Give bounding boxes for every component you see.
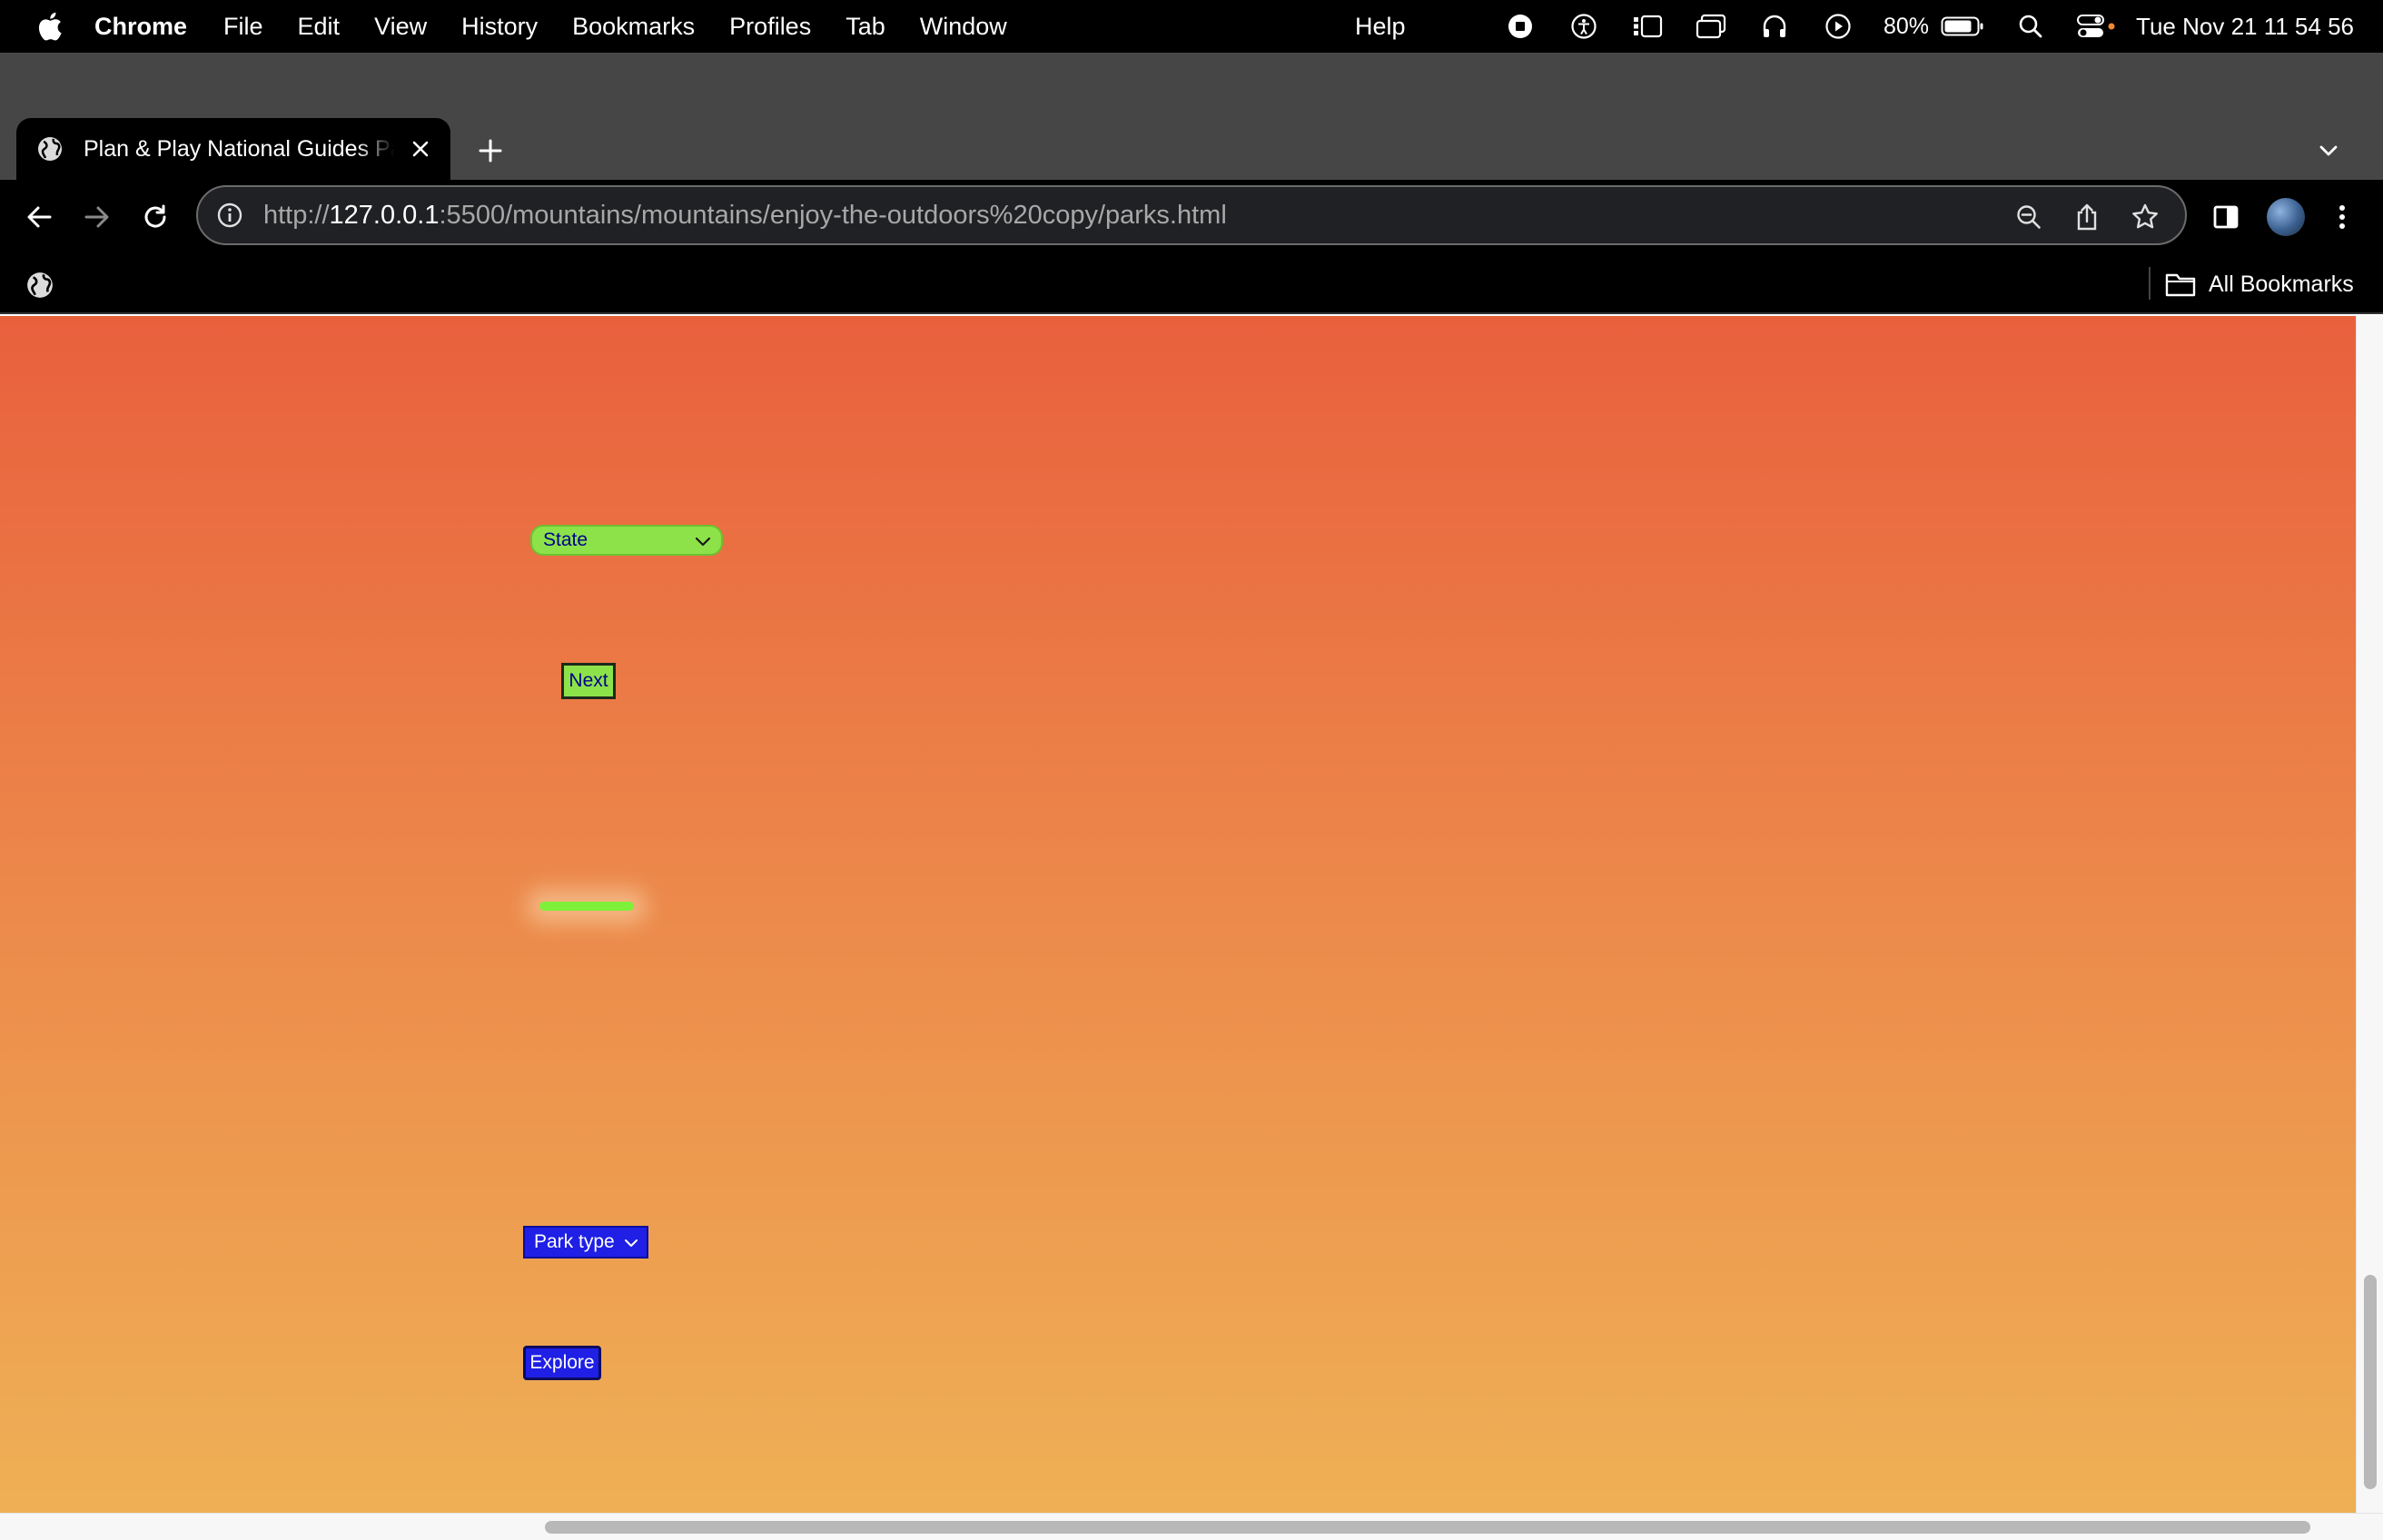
window-switcher-icon[interactable] <box>1693 8 1729 44</box>
address-bar[interactable]: http://127.0.0.1:5500/mountains/mountain… <box>196 185 2187 245</box>
browser-tab-active[interactable]: Plan & Play National Guides Parks <box>16 118 450 180</box>
menu-view[interactable]: View <box>374 13 427 41</box>
url-path: :5500/mountains/mountains/enjoy-the-outd… <box>439 200 1227 230</box>
new-tab-plus-icon[interactable] <box>472 133 509 169</box>
stage-manager-icon[interactable] <box>1629 8 1666 44</box>
site-info-icon[interactable] <box>216 202 243 229</box>
menu-edit[interactable]: Edit <box>298 13 341 41</box>
spotlight-search-icon[interactable] <box>2012 8 2049 44</box>
apple-menu-icon[interactable] <box>31 8 67 44</box>
glowing-green-bar <box>539 902 634 911</box>
state-select-value: State <box>543 529 588 550</box>
park-type-select[interactable]: Park type <box>523 1226 648 1259</box>
horizontal-scrollbar-thumb[interactable] <box>545 1521 2310 1534</box>
more-menu-icon[interactable] <box>2323 198 2361 236</box>
reload-icon[interactable] <box>136 198 174 236</box>
tab-favicon-globe-icon <box>36 135 64 163</box>
all-bookmarks-button[interactable]: All Bookmarks <box>2165 267 2354 301</box>
accessibility-icon[interactable] <box>1566 8 1602 44</box>
control-center-icon[interactable] <box>2076 8 2116 44</box>
menu-tab[interactable]: Tab <box>845 13 885 41</box>
macos-menu-bar: Chrome File Edit View History Bookmarks … <box>0 0 2383 53</box>
headphones-icon[interactable] <box>1756 8 1793 44</box>
menu-window[interactable]: Window <box>920 13 1007 41</box>
next-button[interactable]: Next <box>561 663 616 699</box>
back-arrow-icon[interactable] <box>20 198 58 236</box>
menu-bookmarks[interactable]: Bookmarks <box>572 13 695 41</box>
menu-file[interactable]: File <box>223 13 263 41</box>
chevron-down-icon <box>623 1235 639 1251</box>
browser-toolbar: http://127.0.0.1:5500/mountains/mountain… <box>0 180 2383 254</box>
explore-button[interactable]: Explore <box>523 1346 601 1380</box>
profile-avatar[interactable] <box>2267 198 2305 236</box>
url-host: 127.0.0.1 <box>329 200 440 230</box>
screen-record-icon[interactable] <box>1502 8 1538 44</box>
menu-help[interactable]: Help <box>1355 13 1406 41</box>
state-select[interactable]: State <box>530 525 723 556</box>
tab-search-chevron-down-icon[interactable] <box>2310 133 2347 169</box>
tab-close-icon[interactable] <box>409 137 432 161</box>
chevron-down-icon <box>694 532 712 550</box>
all-bookmarks-label: All Bookmarks <box>2209 271 2354 297</box>
page-viewport: State Next Park type Explore <box>0 316 2356 1513</box>
vertical-scrollbar[interactable] <box>2356 316 2383 1513</box>
menu-profiles[interactable]: Profiles <box>729 13 811 41</box>
forward-arrow-icon[interactable] <box>78 198 116 236</box>
media-play-icon[interactable] <box>1820 8 1856 44</box>
bookmark-globe-icon[interactable] <box>25 271 54 300</box>
bookmarks-separator <box>2149 267 2151 300</box>
battery-icon[interactable] <box>1940 8 1985 44</box>
url-scheme: http:// <box>263 200 330 230</box>
zoom-icon[interactable] <box>2012 201 2045 233</box>
menu-history[interactable]: History <box>461 13 538 41</box>
bookmarks-bar: All Bookmarks <box>0 254 2383 314</box>
horizontal-scrollbar[interactable] <box>0 1513 2383 1540</box>
browser-tab-strip: Plan & Play National Guides Parks <box>0 53 2383 180</box>
status-area: 80% Tue Nov 21 11 54 56 <box>1475 0 2354 53</box>
side-panel-icon[interactable] <box>2207 198 2245 236</box>
menu-bar-clock[interactable]: Tue Nov 21 11 54 56 <box>2136 13 2354 41</box>
battery-percent: 80% <box>1884 13 1930 39</box>
bookmark-star-icon[interactable] <box>2129 201 2161 233</box>
vertical-scrollbar-thumb[interactable] <box>2364 1275 2377 1489</box>
park-type-select-value: Park type <box>534 1231 615 1252</box>
tab-title: Plan & Play National Guides Parks <box>84 135 394 162</box>
address-url: http://127.0.0.1:5500/mountains/mountain… <box>263 201 1227 231</box>
share-icon[interactable] <box>2071 201 2103 233</box>
menu-app-name[interactable]: Chrome <box>94 13 187 41</box>
folder-icon <box>2165 271 2196 298</box>
